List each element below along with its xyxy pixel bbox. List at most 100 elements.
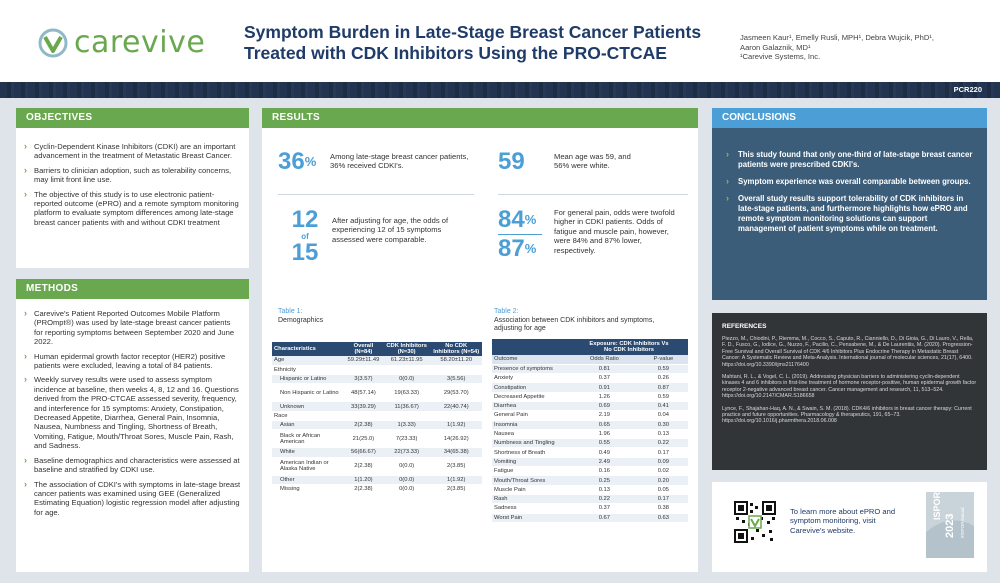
- poster-header: carevive Symptom Burden in Late-Stage Br…: [0, 0, 1000, 82]
- badge-line: 2023: [944, 513, 956, 538]
- badge-line: ISPOR: [932, 491, 942, 520]
- poster-code: PCR220: [953, 85, 982, 94]
- table2-caption: Table 2: Association between CDK inhibit…: [494, 308, 674, 334]
- stat-cdki-share: 36% Among late-stage breast cancer patie…: [278, 150, 488, 174]
- stat-number: 12: [291, 206, 319, 233]
- table-row: Decreased Appetite 1.26 0.59: [492, 392, 688, 403]
- author-line: Jasmeen Kaur¹, Emelly Rusli, MPH¹, Debra…: [740, 33, 934, 42]
- table-row: Fatigue 0.16 0.02: [492, 466, 688, 477]
- objectives-heading: OBJECTIVES: [16, 108, 249, 128]
- stat-text: After adjusting for age, the odds of exp…: [332, 216, 449, 244]
- table-section-row: Ethnicity: [272, 365, 482, 376]
- table-row: Non Hispanic or Latino 48(57.14) 19(63.33)…: [272, 383, 482, 403]
- method-item: › The association of CDKI's with symptoms…: [24, 478, 241, 517]
- table-group-header: Exposure: CDK Inhibitors Vs No CDK Inhib…: [570, 339, 688, 355]
- references-panel: REFERENCES Piezzo, M., Chiodini, P., Rie…: [712, 313, 987, 470]
- chevron-right-icon: ›: [726, 176, 729, 186]
- table-row: Shortness of Breath 0.49 0.17: [492, 447, 688, 458]
- table-row: Age 59.29±11.49 61.23±11.95 58.20±11.20: [272, 356, 482, 366]
- table-row: Sadness 0.37 0.38: [492, 503, 688, 514]
- stat-number: 87%: [498, 235, 537, 262]
- badge-line: #ISPORAnnual: [960, 507, 965, 538]
- chevron-right-icon: ›: [24, 454, 27, 465]
- author-line: Aaron Galaznik, MD¹: [740, 42, 811, 52]
- table-row: Hispanic or Latino 3(3.57) 0(0.0) 3(5.56): [272, 374, 482, 385]
- results-panel: RESULTS 36% Among late-stage breast canc…: [262, 108, 698, 572]
- table-section-row: Race: [272, 411, 482, 422]
- stat-number: 84%: [498, 206, 537, 233]
- table-row: Worst Pain 0.67 0.63: [492, 513, 688, 523]
- table-header-cell: CDK Inhibitors (N=30): [382, 342, 431, 356]
- table-row: White 56(66.67) 22(73.33) 34(65.38): [272, 447, 482, 458]
- table-row: Muscle Pain 0.13 0.05: [492, 485, 688, 495]
- table-row: Asian 2(2.38) 1(3.33) 1(1.92): [272, 420, 482, 431]
- table-row: Unknown 33(39.29) 11(36.67) 22(40.74): [272, 401, 482, 412]
- chevron-right-icon: ›: [726, 149, 729, 159]
- decorative-band: [0, 82, 1000, 98]
- stat-number: 15: [291, 239, 319, 266]
- poster-title: Symptom Burden in Late-Stage Breast Canc…: [244, 22, 702, 63]
- table-row: Mouth/Throat Sores 0.25 0.20: [492, 475, 688, 486]
- table-row: Black or African American 21(25.0) 7(23.33…: [272, 429, 482, 449]
- method-item: › Human epidermal growth factor receptor …: [24, 350, 226, 371]
- chevron-right-icon: ›: [24, 164, 27, 175]
- carevive-v-icon: [38, 28, 68, 58]
- table1-title: Demographics: [278, 316, 324, 324]
- chevron-right-icon: ›: [24, 374, 27, 385]
- table2-label: Table 2:: [494, 308, 519, 315]
- table-row: Diarrhea 0.69 0.41: [492, 401, 688, 412]
- table-row: General Pain 2.19 0.04: [492, 410, 688, 421]
- objective-item: › Cyclin-Dependent Kinase Inhibitors (CDK…: [24, 141, 236, 161]
- table-row: Nausea 1.96 0.13: [492, 429, 688, 440]
- conclusion-item: › This study found that only one-third of…: [726, 149, 973, 170]
- method-item: › Baseline demographics and characteristi…: [24, 454, 240, 475]
- stat-number: 36%: [278, 148, 317, 175]
- table-row: Other 1(1.20) 0(0.0) 1(1.92): [272, 475, 482, 485]
- stat-number-stack: 84% 87%: [498, 208, 554, 261]
- objectives-panel: OBJECTIVES › Cyclin-Dependent Kinase Inhi…: [16, 108, 249, 268]
- qr-code-icon[interactable]: [734, 501, 776, 543]
- chevron-right-icon: ›: [24, 188, 27, 199]
- stat-comparable-symptoms: 12 of 15 After adjusting for age, the od…: [278, 208, 488, 265]
- table-row: Presence of symptoms 0.81 0.59: [492, 364, 688, 375]
- table-row: Numbness and Tingling 0.55 0.22: [492, 438, 688, 449]
- chevron-right-icon: ›: [24, 350, 27, 361]
- table1-label: Table 1:: [278, 308, 303, 315]
- demographics-table: Characteristics Overall (N=84) CDK Inhib…: [272, 342, 482, 495]
- table1-caption: Table 1: Demographics: [278, 308, 323, 325]
- stat-number: 59: [498, 148, 525, 175]
- chevron-right-icon: ›: [726, 193, 729, 203]
- stat-text: Mean age was 59, and 56% were white.: [554, 152, 631, 171]
- table-row: Insomnia 0.65 0.30: [492, 420, 688, 430]
- objective-item: › Barriers to clinician adoption, such as…: [24, 164, 232, 185]
- chevron-right-icon: ›: [24, 141, 27, 151]
- table-subheader-row: Outcome Odds Ratio P-value: [492, 355, 688, 365]
- table-header-cell: Overall (N=84): [344, 342, 383, 356]
- table-header-row: Exposure: CDK Inhibitors Vs No CDK Inhib…: [492, 339, 688, 355]
- table-row: Missing 2(2.38) 0(0.0) 2(3.85): [272, 484, 482, 495]
- reference-item: Lynce, F., Shajahan-Haq, A. N., & Swain,…: [722, 405, 972, 425]
- stat-text: For general pain, odds were twofold high…: [554, 208, 675, 255]
- table-row: American Indian or Alaska Native 2(2.38) 0…: [272, 457, 482, 476]
- table-header-cell: Characteristics: [272, 342, 344, 356]
- table-header-cell: [492, 339, 570, 355]
- affiliation-line: ¹Carevive Systems, Inc.: [740, 52, 821, 61]
- conclusion-item: › Symptom experience was overall comparab…: [726, 176, 971, 187]
- stat-number-stack: 12 of 15: [278, 208, 332, 265]
- author-list: Jasmeen Kaur¹, Emelly Rusli, MPH¹, Debra…: [740, 33, 990, 62]
- stat-text: Among late-stage breast cancer patients,…: [330, 152, 469, 171]
- table-row: Rash 0.22 0.17: [492, 494, 688, 505]
- stat-odds: 84% 87% For general pain, odds were twof…: [498, 208, 688, 261]
- references-heading: REFERENCES: [722, 323, 767, 330]
- reference-item: Mahtani, R. L., & Vogel, C. L. (2019). A…: [722, 374, 977, 400]
- chevron-right-icon: ›: [24, 478, 27, 489]
- learn-more-text: To learn more about ePRO and symptom mon…: [790, 507, 896, 535]
- table-row: Vomiting 2.49 0.09: [492, 457, 688, 468]
- learn-more-panel: To learn more about ePRO and symptom mon…: [712, 482, 987, 572]
- table-row: Constipation 0.91 0.87: [492, 382, 688, 393]
- reference-item: Piezzo, M., Chiodini, P., Riemma, M., Co…: [722, 336, 974, 368]
- table-header-row: Characteristics Overall (N=84) CDK Inhib…: [272, 342, 482, 356]
- logo-text: carevive: [74, 25, 206, 60]
- methods-heading: METHODS: [16, 279, 249, 299]
- table-header-cell: No CDK Inhibitors (N=54): [430, 342, 482, 356]
